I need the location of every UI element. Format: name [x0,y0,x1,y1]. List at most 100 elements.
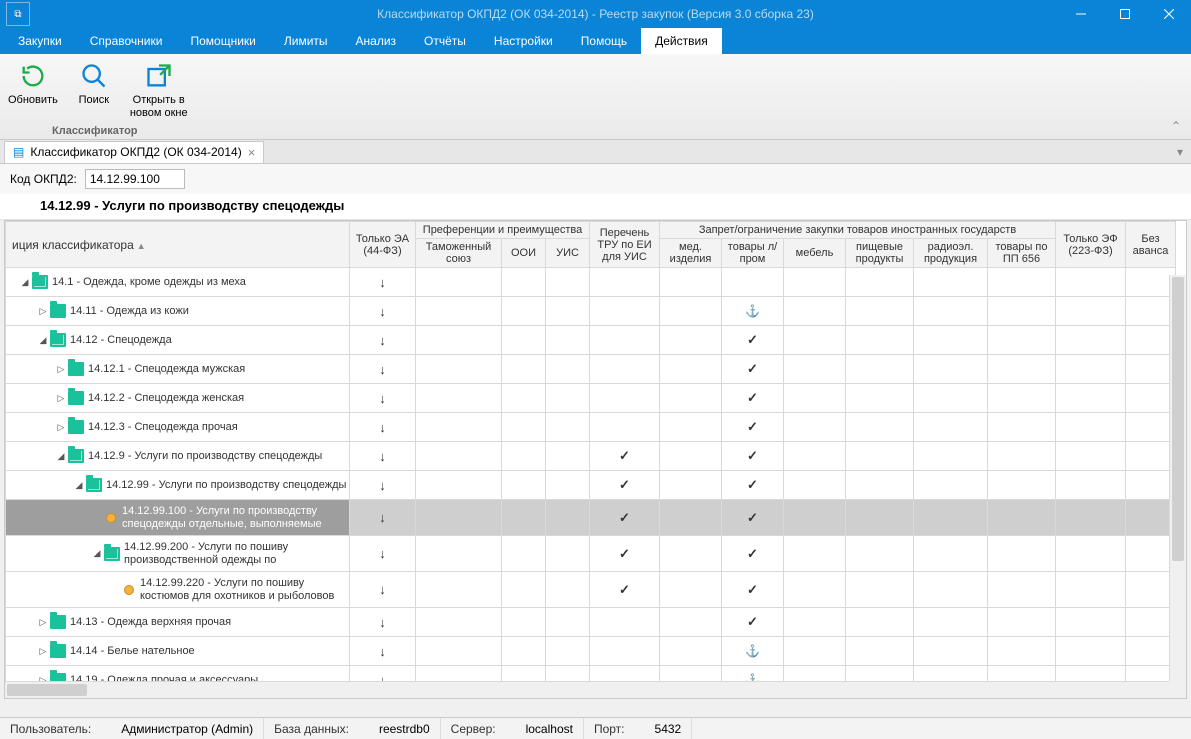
table-row[interactable]: ▷ 14.13 - Одежда верхняя прочая [6,608,1176,637]
tree-expander[interactable]: ▷ [54,364,68,375]
col-pref-uis[interactable]: УИС [546,239,590,268]
okpd2-code-input[interactable] [85,169,185,189]
menu-действия[interactable]: Действия [641,28,722,54]
app-icon: ⧉ [6,2,30,26]
folder-icon [32,275,48,289]
folder-icon [50,644,66,658]
maximize-button[interactable] [1103,0,1147,28]
col-ban-pp656[interactable]: товары по ПП 656 [988,239,1056,268]
menu-анализ[interactable]: Анализ [342,28,411,54]
refresh-label: Обновить [8,94,58,107]
tree-expander[interactable]: ◢ [36,335,50,346]
col-ban-lprom[interactable]: товары л/пром [722,239,784,268]
col-noadv[interactable]: Без аванса [1126,222,1176,268]
menu-настройки[interactable]: Настройки [480,28,567,54]
status-port-label: Порт: [594,722,625,736]
filter-bar: Код ОКПД2: [0,164,1191,194]
col-tru[interactable]: Перечень ТРУ по ЕИ для УИС [590,222,660,268]
cell-mark [379,450,386,464]
col-ban-radio[interactable]: радиоэл. продукция [914,239,988,268]
row-label: 14.12.99.220 - Услуги по пошиву костюмов… [140,575,349,605]
table-row[interactable]: ◢ 14.12.99 - Услуги по производству спецо… [6,471,1176,500]
col-ef223[interactable]: Только ЭФ (223-ФЗ) [1056,222,1126,268]
table-row[interactable]: ▷14.12.3 - Спецодежда прочая [6,413,1176,442]
table-row[interactable]: ◢14.12.99.200 - Услуги по пошиву произво… [6,536,1176,572]
tree-expander[interactable]: ◢ [54,451,68,462]
table-row[interactable]: ▷14.11 - Одежда из кожи [6,297,1176,326]
menu-помощники[interactable]: Помощники [176,28,269,54]
cell-mark [747,478,758,492]
col-ban-furniture[interactable]: мебель [784,239,846,268]
col-ban-med[interactable]: мед. изделия [660,239,722,268]
window-title: Классификатор ОКПД2 (ОК 034-2014) - Реес… [0,7,1191,21]
tree-expander[interactable]: ▷ [36,646,50,657]
document-tab-strip: ▤ Классификатор ОКПД2 (ОК 034-2014) × ▾ [0,140,1191,164]
cell-mark [379,334,386,348]
tree-expander[interactable]: ▷ [54,393,68,404]
cell-mark [747,547,758,561]
menu-закупки[interactable]: Закупки [4,28,76,54]
cell-mark [745,644,760,658]
table-row[interactable]: ▷ 14.12.2 - Спецодежда женская [6,384,1176,413]
ribbon: Обновить Поиск Открыть в новом окне Клас… [0,54,1191,140]
table-row[interactable]: ▷14.14 - Белье нательное [6,637,1176,666]
row-label: 14.12 - Спецодежда [70,332,174,349]
col-pref-ooi[interactable]: ООИ [502,239,546,268]
close-tab-icon[interactable]: × [248,145,256,160]
table-row[interactable]: ◢ 14.12 - Спецодежда [6,326,1176,355]
close-button[interactable] [1147,0,1191,28]
row-label: 14.12.9 - Услуги по производству спецоде… [88,448,324,465]
menu-помощь[interactable]: Помощь [567,28,641,54]
tree-expander[interactable]: ◢ [90,548,104,559]
cell-mark [379,479,386,493]
table-row[interactable]: ▷14.12.1 - Спецодежда мужская [6,355,1176,384]
row-label: 14.13 - Одежда верхняя прочая [70,614,233,631]
cell-mark [619,583,630,597]
item-icon [106,513,116,523]
col-ban-food[interactable]: пищевые продукты [846,239,914,268]
cell-mark [379,276,386,290]
cell-mark [379,547,386,561]
col-tree[interactable]: иция классификатора▲ [6,222,350,268]
tree-expander[interactable]: ▷ [36,617,50,628]
menu-отчёты[interactable]: Отчёты [410,28,480,54]
minimize-button[interactable] [1059,0,1103,28]
horizontal-scrollbar[interactable] [5,681,1169,698]
folder-icon [68,420,84,434]
item-icon [124,585,134,595]
table-row[interactable]: ◢ 14.12.9 - Услуги по производству спецод… [6,442,1176,471]
cell-mark [379,421,386,435]
folder-icon [68,449,84,463]
status-db-label: База данных: [274,722,349,736]
status-user-label: Пользователь: [10,722,91,736]
row-label: 14.12.2 - Спецодежда женская [88,390,246,407]
folder-icon [104,547,120,561]
col-pref-customs[interactable]: Таможенный союз [416,239,502,268]
tree-expander[interactable]: ◢ [18,277,32,288]
tree-expander[interactable]: ◢ [72,480,86,491]
folder-icon [68,362,84,376]
refresh-icon [17,60,49,92]
status-user-value: Администратор (Admin) [121,722,253,736]
vertical-scrollbar[interactable] [1169,275,1186,681]
row-label: 14.12.99.100 - Услуги по производству сп… [122,503,349,533]
cell-mark [619,547,630,561]
col-ea44[interactable]: Только ЭА (44-ФЗ) [350,222,416,268]
ribbon-collapse-icon[interactable]: ⌃ [1171,119,1181,133]
menu-справочники[interactable]: Справочники [76,28,177,54]
tree-expander[interactable]: ▷ [54,422,68,433]
table-row[interactable]: ◢ 14.1 - Одежда, кроме одежды из меха [6,268,1176,297]
row-label: 14.12.99 - Услуги по производству спецод… [106,477,348,494]
cell-mark [379,392,386,406]
row-label: 14.1 - Одежда, кроме одежды из меха [52,274,248,291]
table-row[interactable]: 14.12.99.220 - Услуги по пошиву костюмов… [6,572,1176,608]
document-tab[interactable]: ▤ Классификатор ОКПД2 (ОК 034-2014) × [4,141,264,163]
cell-mark [747,615,758,629]
cell-mark [747,362,758,376]
menu-лимиты[interactable]: Лимиты [270,28,342,54]
table-row[interactable]: 14.12.99.100 - Услуги по производству сп… [6,500,1176,536]
cell-mark [745,304,760,318]
tree-expander[interactable]: ▷ [36,306,50,317]
tab-help-icon[interactable]: ▾ [1177,145,1183,159]
folder-icon [50,615,66,629]
